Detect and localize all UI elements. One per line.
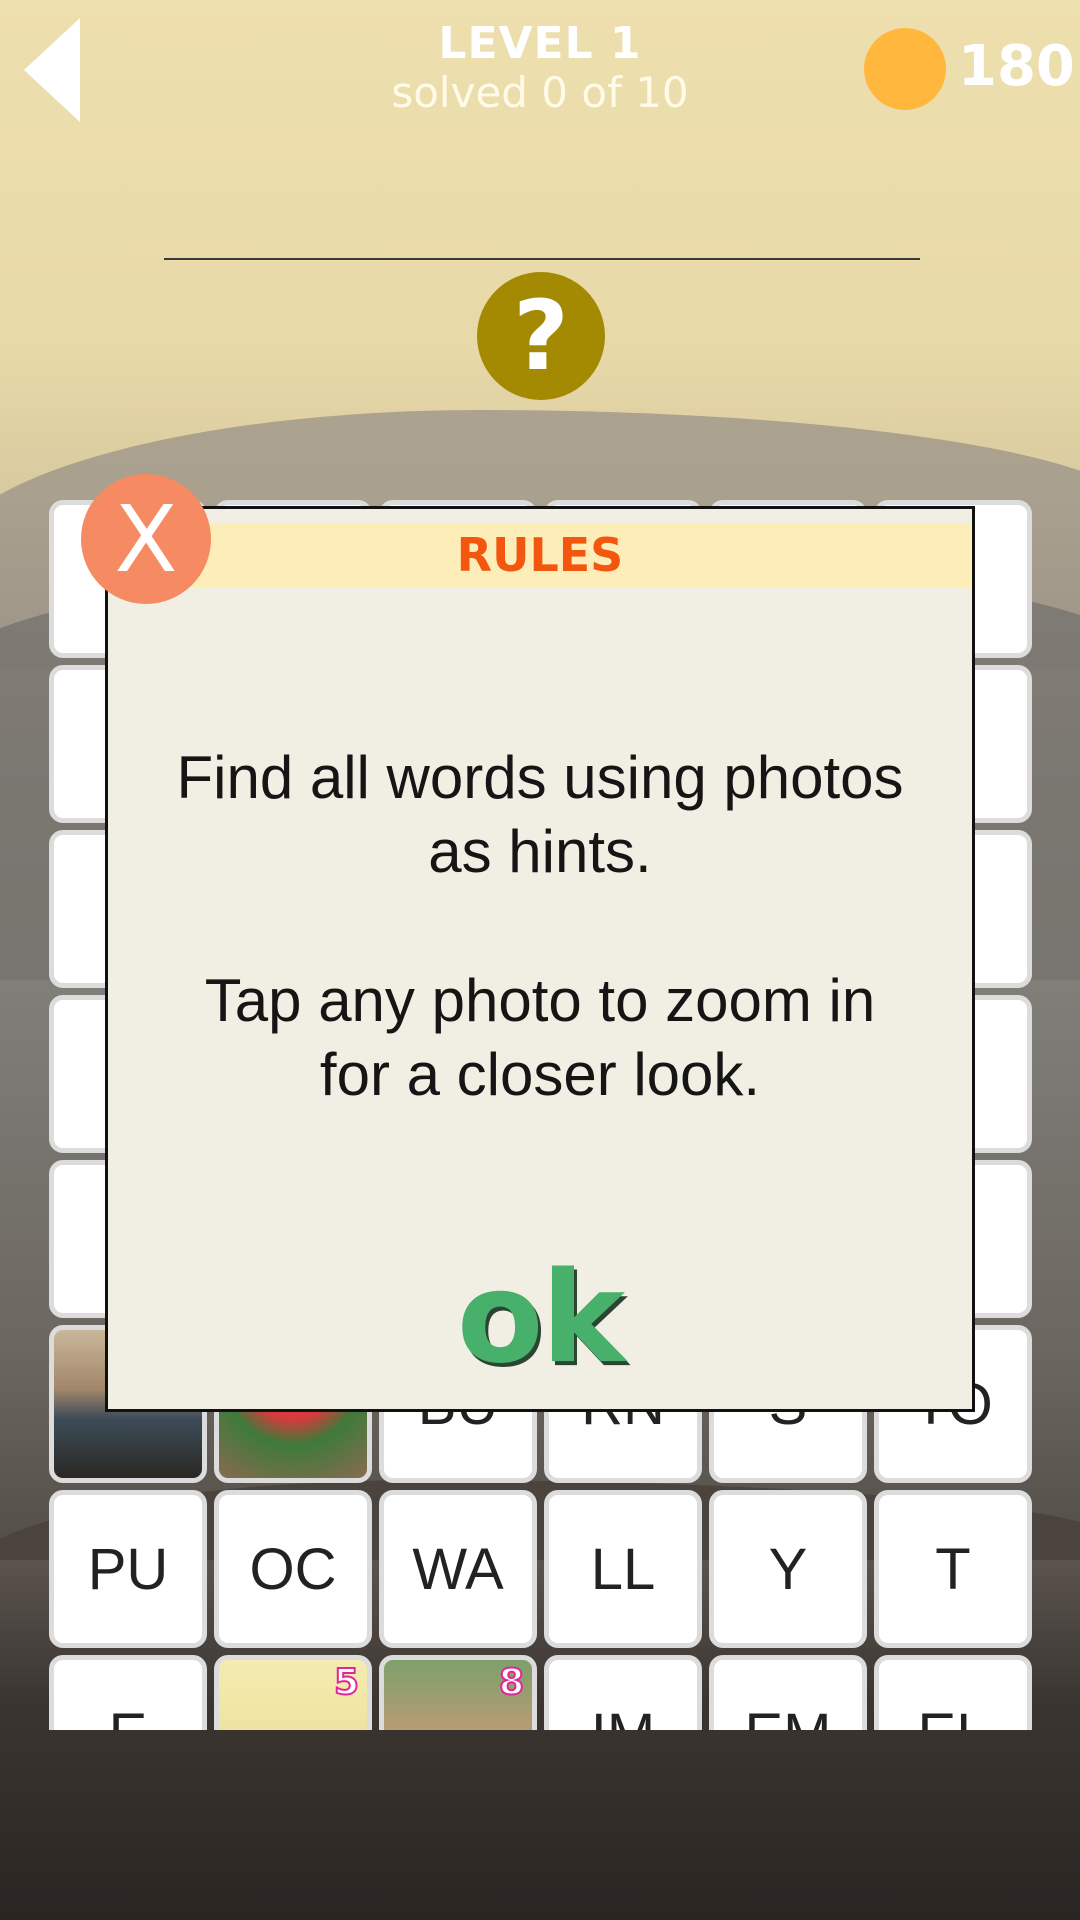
rules-dialog: RULES Find all words using photos as hin…: [105, 506, 975, 1412]
letter-tile-label: T: [935, 1536, 971, 1602]
letter-tile[interactable]: EM: [709, 1655, 867, 1730]
rules-line-2: as hints.: [428, 818, 652, 885]
ok-button[interactable]: ok: [108, 1244, 972, 1391]
letter-tile-label: Y: [768, 1536, 808, 1602]
girl-portrait-photo-tile[interactable]: 8: [379, 1655, 537, 1730]
rules-line-4: for a closer look.: [319, 1041, 761, 1108]
letter-tile-label: EL: [918, 1701, 989, 1731]
rules-line-3: Tap any photo to zoom in: [204, 967, 876, 1034]
letter-tile[interactable]: E: [49, 1655, 207, 1730]
room-photo-tile[interactable]: 5: [214, 1655, 372, 1730]
letter-tile[interactable]: OC: [214, 1490, 372, 1648]
close-button[interactable]: X: [81, 474, 211, 604]
photo-number-badge: 5: [333, 1661, 360, 1704]
letter-tile[interactable]: IM: [544, 1655, 702, 1730]
rules-line-1: Find all words using photos: [176, 744, 904, 811]
letter-tile-label: LL: [590, 1536, 656, 1602]
letter-tile[interactable]: EL: [874, 1655, 1032, 1730]
letter-tile[interactable]: PU: [49, 1490, 207, 1648]
answer-line: [164, 258, 920, 260]
coin-icon: [864, 28, 946, 110]
letter-tile-label: PU: [87, 1536, 169, 1602]
letter-tile[interactable]: T: [874, 1490, 1032, 1648]
letter-tile-label: EM: [745, 1701, 832, 1731]
hint-button[interactable]: ?: [477, 272, 605, 400]
coin-count: 180: [958, 34, 1075, 99]
letter-tile-label: WA: [412, 1536, 504, 1602]
letter-tile[interactable]: Y: [709, 1490, 867, 1648]
rules-title: RULES: [108, 523, 972, 587]
letter-tile-label: E: [109, 1701, 148, 1731]
letter-tile-label: OC: [249, 1536, 337, 1602]
letter-tile[interactable]: LL: [544, 1490, 702, 1648]
photo-number-badge: 8: [498, 1661, 525, 1704]
letter-tile[interactable]: WA: [379, 1490, 537, 1648]
letter-tile-label: IM: [591, 1701, 655, 1731]
